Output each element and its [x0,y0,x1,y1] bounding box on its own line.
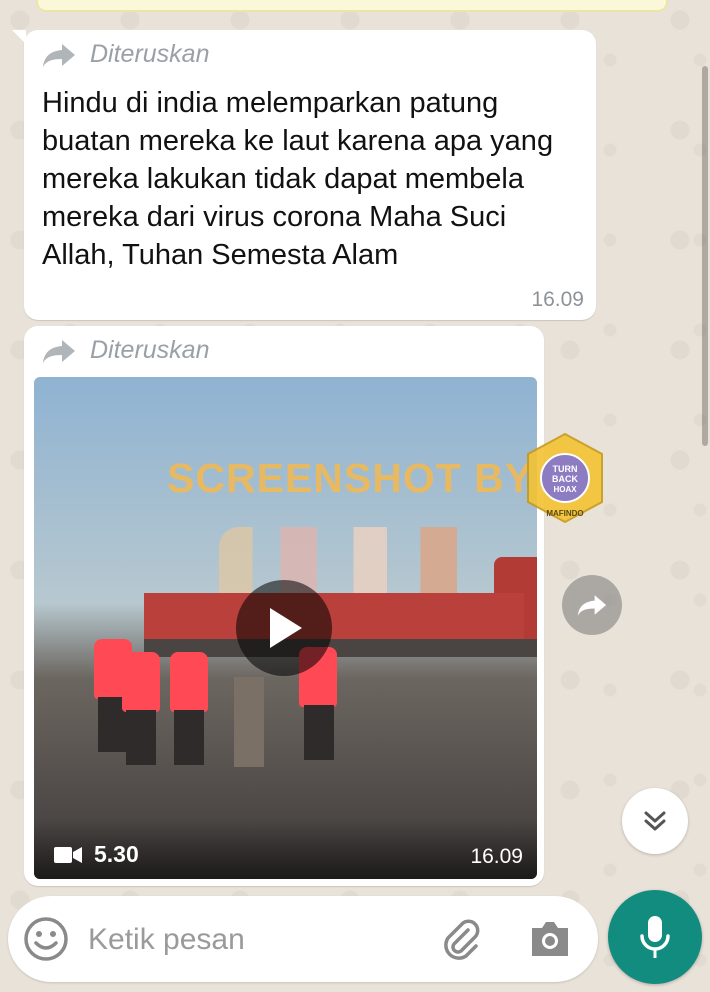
scroll-to-bottom-button[interactable] [622,788,688,854]
person-legs [126,710,156,765]
person-legs [304,705,334,760]
video-duration-text: 5.30 [94,841,139,867]
video-message-time: 16.09 [470,845,523,868]
play-icon [270,608,302,648]
turnbackhoax-badge-logo: TURN BACK HOAX MAFINDO [527,432,603,524]
truck-bed [144,593,524,641]
svg-text:BACK: BACK [552,474,578,484]
watermark-text: SCREENSHOT BY [167,455,534,501]
chevron-double-down-icon [644,811,666,831]
share-forward-button[interactable] [562,575,622,635]
svg-text:TURN: TURN [553,464,578,474]
svg-text:MAFINDO: MAFINDO [546,509,583,518]
message-bubble-video[interactable]: Diteruskan SCREENSHOT BY 5.30 16.09 [24,326,544,886]
message-time: 16.09 [531,288,584,311]
paperclip-icon[interactable] [438,916,484,962]
svg-text:HOAX: HOAX [553,485,577,494]
emoji-icon[interactable] [22,915,70,963]
video-thumbnail[interactable]: SCREENSHOT BY 5.30 16.09 [34,377,537,879]
video-duration: 5.30 [54,841,139,868]
previous-message-edge [36,0,668,12]
officer-figure [234,677,264,767]
microphone-icon [640,916,670,958]
person-figure [122,652,160,712]
video-camera-icon [54,846,82,863]
person-legs [174,710,204,765]
forwarded-label: Diteruskan [90,40,210,68]
scrollbar[interactable] [702,66,708,446]
forwarded-label: Diteruskan [90,336,210,364]
forwarded-label-row: Diteruskan [42,40,210,69]
forward-icon [43,339,75,363]
forwarded-label-row: Diteruskan [42,336,210,365]
person-figure [170,652,208,712]
microphone-button[interactable] [608,890,702,984]
play-button[interactable] [236,580,332,676]
message-input[interactable] [86,914,420,966]
message-text: Hindu di india melemparkan patung buatan… [42,87,554,271]
message-composer [8,896,598,982]
share-forward-icon [577,595,607,616]
camera-icon[interactable] [528,918,572,960]
forward-icon [43,43,75,67]
message-bubble-text[interactable]: Diteruskan Hindu di india melemparkan pa… [12,30,596,320]
